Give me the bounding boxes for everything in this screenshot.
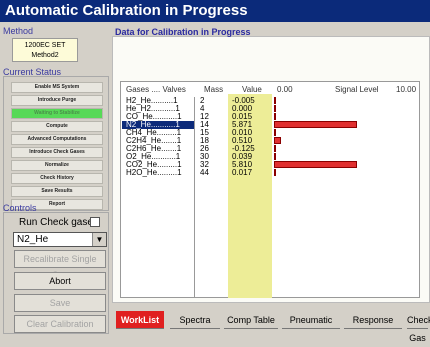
status-step-5: Introduce Check Gases	[11, 147, 103, 158]
chevron-down-icon[interactable]: ▼	[92, 233, 106, 246]
run-check-label: Run Check gases:	[19, 217, 101, 228]
status-step-0: Enable MS System	[11, 82, 103, 93]
main-title: Data for Calibration in Progress	[115, 27, 251, 37]
gas-list-item[interactable]: He_H2...........1	[122, 105, 194, 113]
run-check-checkbox[interactable]	[90, 217, 100, 227]
save-button[interactable]: Save	[14, 294, 106, 312]
status-step-6: Normalize	[11, 160, 103, 171]
status-step-7: Check History	[11, 173, 103, 184]
window-title: Automatic Calibration in Progress	[0, 0, 430, 22]
gas-list-item[interactable]: H2_He..........1	[122, 97, 194, 105]
gas-list-item[interactable]: CH4_He.........1	[122, 129, 194, 137]
gas-list-item[interactable]: CO_He...........1	[122, 113, 194, 121]
signal-bar	[274, 169, 276, 176]
tab-worklist[interactable]: WorkList	[116, 311, 164, 329]
status-step-3: Compute	[11, 121, 103, 132]
gas-list-item[interactable]: CO2_He.........1	[122, 161, 194, 169]
signal-bars	[274, 97, 416, 177]
header-mass: Mass	[204, 85, 224, 94]
tab-spectra[interactable]: Spectra	[170, 311, 220, 329]
gas-list-item[interactable]: C2H6_He.......1	[122, 145, 194, 153]
tab-check-gas[interactable]: Check Gas	[407, 311, 430, 343]
signal-bar	[274, 121, 358, 128]
abort-button[interactable]: Abort	[14, 272, 106, 290]
gas-list[interactable]: H2_He..........1 He_H2...........1 CO_He..…	[122, 97, 195, 297]
signal-bar	[274, 97, 276, 104]
gas-select-value: N2_He	[17, 234, 49, 245]
header-min: 0.00	[277, 85, 293, 94]
mass-column: 2 4 12 14 15 18 26 30 32 44	[200, 97, 228, 177]
method-box: 1200EC SET Method2	[12, 38, 78, 62]
signal-bar	[274, 129, 276, 136]
mass-cell: 44	[200, 168, 209, 177]
status-step-8: Save Results	[11, 186, 103, 197]
gas-list-item[interactable]: H2O_He.........1	[122, 169, 194, 177]
status-step-1: Introduce Purge	[11, 95, 103, 106]
signal-bar	[274, 153, 276, 160]
gas-list-item[interactable]: O2_He...........1	[122, 153, 194, 161]
tab-comp-table[interactable]: Comp Table	[224, 311, 278, 329]
signal-bar	[274, 113, 276, 120]
status-step-4: Advanced Computations	[11, 134, 103, 145]
recalibrate-button[interactable]: Recalibrate Single Gas	[14, 250, 106, 280]
signal-bar	[274, 137, 282, 144]
gas-select[interactable]: N2_He ▼	[13, 232, 107, 247]
tab-response[interactable]: Response	[344, 311, 402, 329]
method-group-label: Method	[3, 26, 34, 36]
method-line1: 1200EC SET	[24, 42, 66, 49]
tab-strip: WorkList Spectra Comp Table Pneumatic Respon…	[112, 303, 430, 343]
header-max: 10.00	[396, 85, 417, 94]
status-step-2: Waiting to Stabilize	[11, 108, 103, 119]
value-text-column: -0.005 0.000 0.015 5.871 0.010 0.510 -0.125 0.0…	[232, 97, 272, 177]
signal-bar	[274, 161, 357, 168]
signal-bar	[274, 145, 276, 152]
signal-bar	[274, 105, 276, 112]
gas-list-item[interactable]: N2_He...........1	[122, 121, 194, 129]
gas-list-item[interactable]: C2H4_He.......1	[122, 137, 194, 145]
header-gases: Gases .... Valves	[126, 85, 186, 94]
method-line2: Method2	[31, 52, 59, 59]
header-signal: Signal Level	[335, 85, 379, 94]
header-value: Value	[242, 85, 262, 94]
clear-calibration-button[interactable]: Clear Calibration	[14, 315, 106, 333]
mass-cell: 2	[200, 96, 205, 105]
value-cell: 0.017	[232, 168, 253, 177]
tab-pneumatic[interactable]: Pneumatic	[282, 311, 340, 329]
